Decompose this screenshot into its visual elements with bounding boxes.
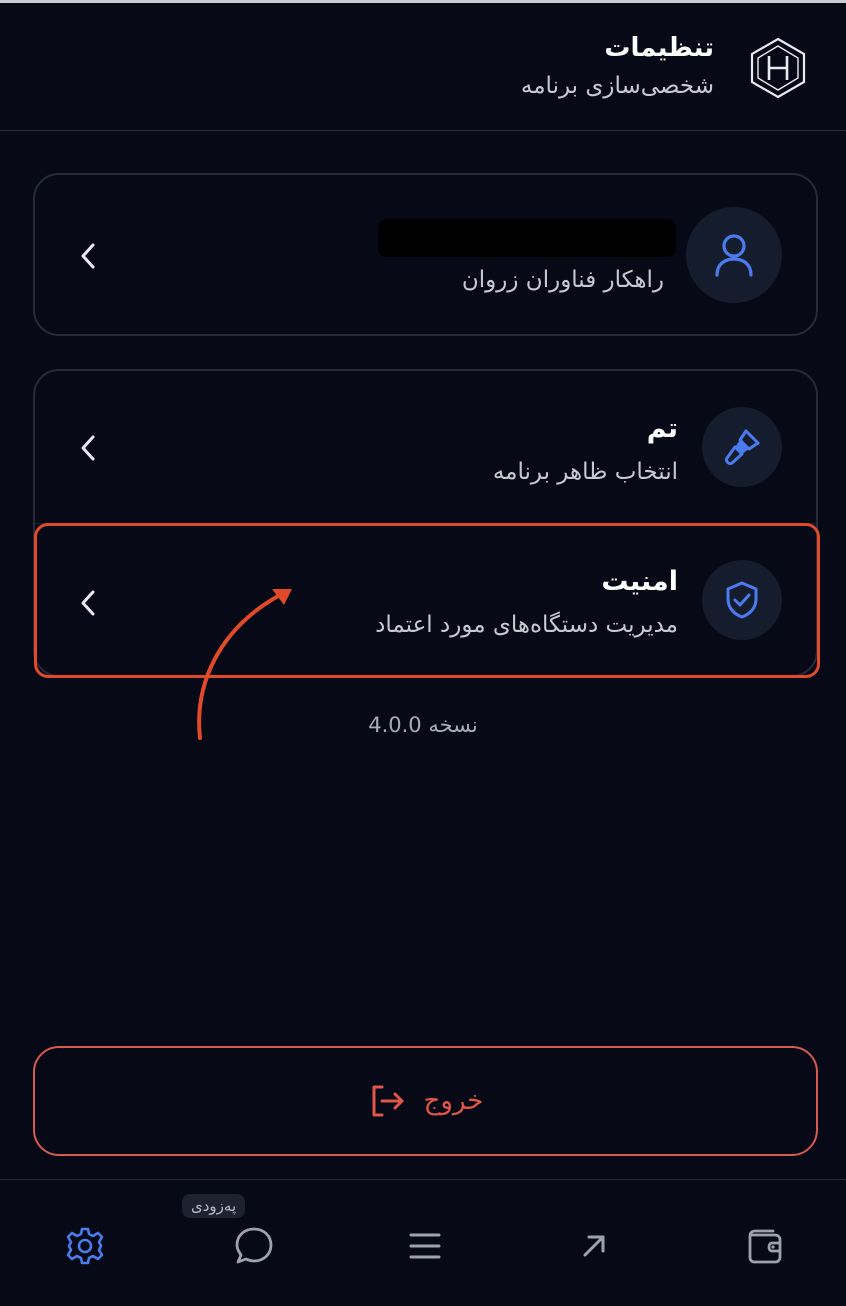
logout-label: خروج — [423, 1086, 484, 1116]
logout-button[interactable]: خروج — [33, 1046, 818, 1156]
user-icon — [715, 234, 753, 277]
nav-chat[interactable] — [232, 1224, 276, 1268]
settings-group: تم انتخاب ظاهر برنامه امنیت مدیریت دستگا… — [33, 369, 818, 677]
nav-settings[interactable] — [63, 1224, 107, 1268]
chat-badge: پەزودی — [182, 1194, 246, 1218]
page-subtitle: شخصی‌سازی برنامه — [520, 73, 714, 99]
header: تنظیمات شخصی‌سازی برنامه — [0, 3, 846, 131]
settings-item-theme[interactable]: تم انتخاب ظاهر برنامه — [35, 371, 816, 523]
nav-menu[interactable] — [403, 1224, 447, 1268]
settings-item-security[interactable]: امنیت مدیریت دستگاه‌های مورد اعتماد — [35, 523, 816, 675]
shield-check-icon — [726, 581, 758, 619]
security-icon-circle — [702, 560, 782, 640]
wallet-icon — [748, 1229, 782, 1264]
paintbrush-icon — [725, 429, 760, 465]
profile-company: راهکار فناوران زروان — [461, 267, 664, 293]
app-version: نسخه 4.0.0 — [368, 713, 478, 737]
theme-icon-circle — [702, 407, 782, 487]
chat-icon — [235, 1227, 273, 1264]
settings-screen: تنظیمات شخصی‌سازی برنامه راهکار فناوران … — [0, 0, 846, 1306]
chevron-left-icon — [81, 435, 95, 461]
logout-icon — [372, 1085, 404, 1117]
chevron-left-icon — [81, 590, 95, 616]
security-title: امنیت — [601, 566, 678, 597]
theme-title: تم — [646, 413, 678, 444]
page-title: تنظیمات — [604, 33, 714, 63]
profile-avatar — [686, 207, 782, 303]
menu-icon — [409, 1233, 441, 1259]
arrow-up-right-icon — [583, 1235, 605, 1257]
profile-name-redacted — [378, 219, 676, 257]
chevron-left-icon — [81, 243, 95, 269]
settings-icon — [66, 1227, 104, 1265]
nav-send[interactable] — [572, 1224, 616, 1268]
security-subtitle: مدیریت دستگاه‌های مورد اعتماد — [375, 612, 678, 638]
profile-card[interactable]: راهکار فناوران زروان — [33, 173, 818, 336]
theme-subtitle: انتخاب ظاهر برنامه — [492, 459, 678, 485]
nav-wallet[interactable] — [743, 1224, 787, 1268]
hexagon-h-logo-icon — [750, 37, 806, 99]
bottom-nav: پەزودی — [0, 1179, 846, 1306]
